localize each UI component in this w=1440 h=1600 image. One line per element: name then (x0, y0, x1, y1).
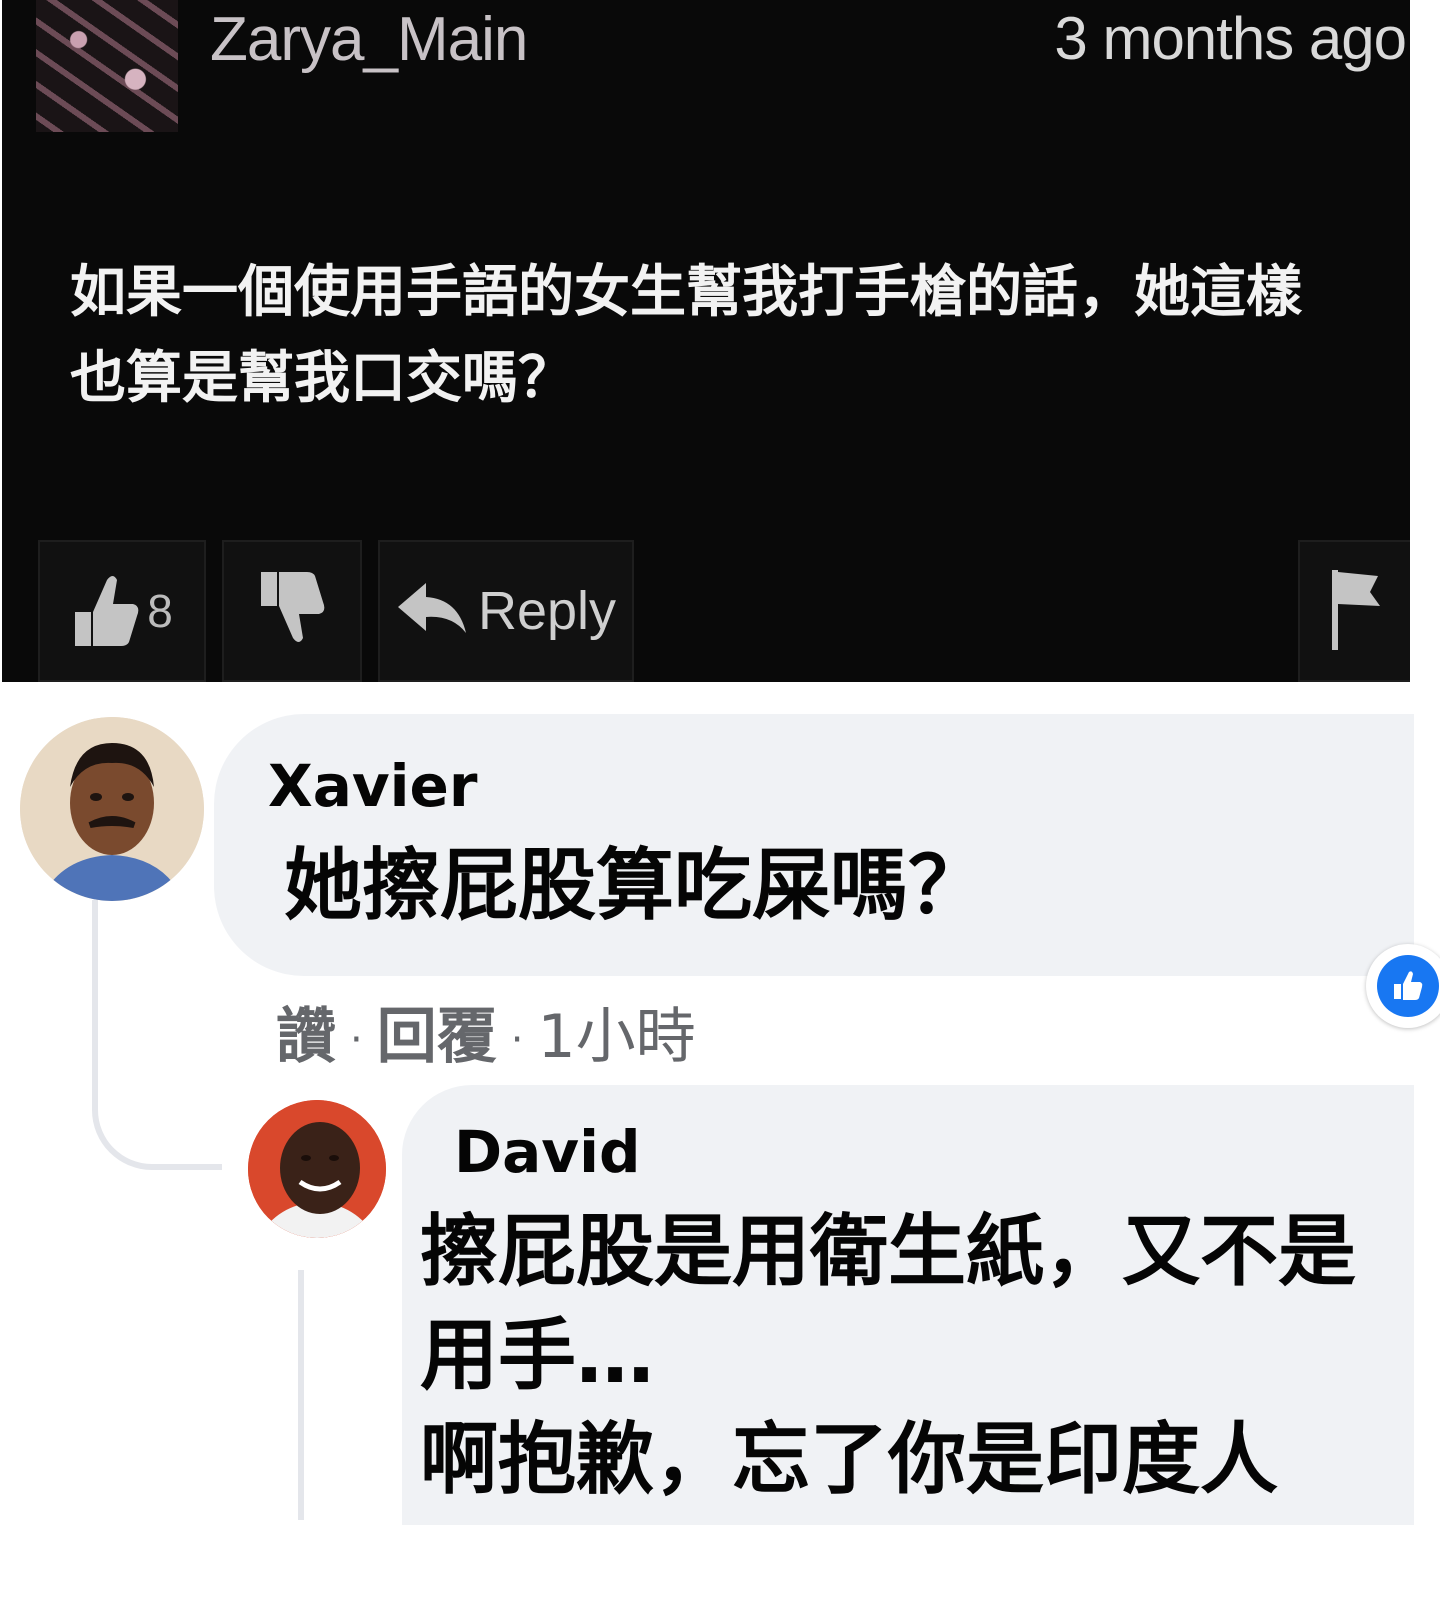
separator-dot: · (510, 1017, 524, 1064)
report-flag-button[interactable] (1298, 540, 1410, 682)
xavier-comment-actions: 讚 · 回覆 · 1小時 (276, 988, 696, 1075)
like-button[interactable]: 8 (38, 540, 206, 682)
reply-action[interactable]: 回覆 (377, 1002, 497, 1072)
dislike-button[interactable] (222, 540, 362, 682)
reaction-badge[interactable] (1366, 944, 1440, 1028)
reply-arrow-icon (396, 579, 468, 643)
user-avatar[interactable] (36, 0, 178, 132)
comment-time[interactable]: 1小時 (537, 1002, 695, 1072)
like-action[interactable]: 讚 (276, 1002, 336, 1072)
reply-button[interactable]: Reply (378, 540, 634, 682)
comment-action-bar: 8 Reply (2, 540, 1410, 682)
separator-dot: · (350, 1017, 363, 1064)
xavier-author-name[interactable]: Xavier (268, 752, 478, 820)
thumbs-down-icon (257, 568, 327, 654)
xavier-comment-text: 她擦屁股算吃屎嗎？ (284, 841, 987, 931)
like-count: 8 (147, 585, 173, 637)
reply-label: Reply (477, 581, 617, 641)
thread-connector-lower (298, 1270, 304, 1520)
xavier-avatar[interactable] (20, 717, 204, 901)
like-reaction-icon (1377, 955, 1439, 1017)
david-comment-text: 擦屁股是用衛生紙，又不是用手… 啊抱歉，忘了你是印度人 (420, 1207, 1357, 1505)
david-author-name[interactable]: David (454, 1118, 641, 1186)
thread-connector (92, 900, 222, 1170)
thumbs-up-icon (71, 568, 141, 654)
original-comment-panel: Zarya_Main 3 months ago 如果一個使用手語的女生幫我打手槍… (2, 0, 1410, 682)
comment-body: 如果一個使用手語的女生幫我打手槍的話，她這樣也算是幫我口交嗎？ (70, 260, 1302, 411)
david-avatar[interactable] (248, 1100, 386, 1238)
comment-timestamp: 3 months ago (1054, 5, 1407, 72)
flag-icon (1328, 566, 1382, 656)
comment-username[interactable]: Zarya_Main (210, 4, 528, 75)
